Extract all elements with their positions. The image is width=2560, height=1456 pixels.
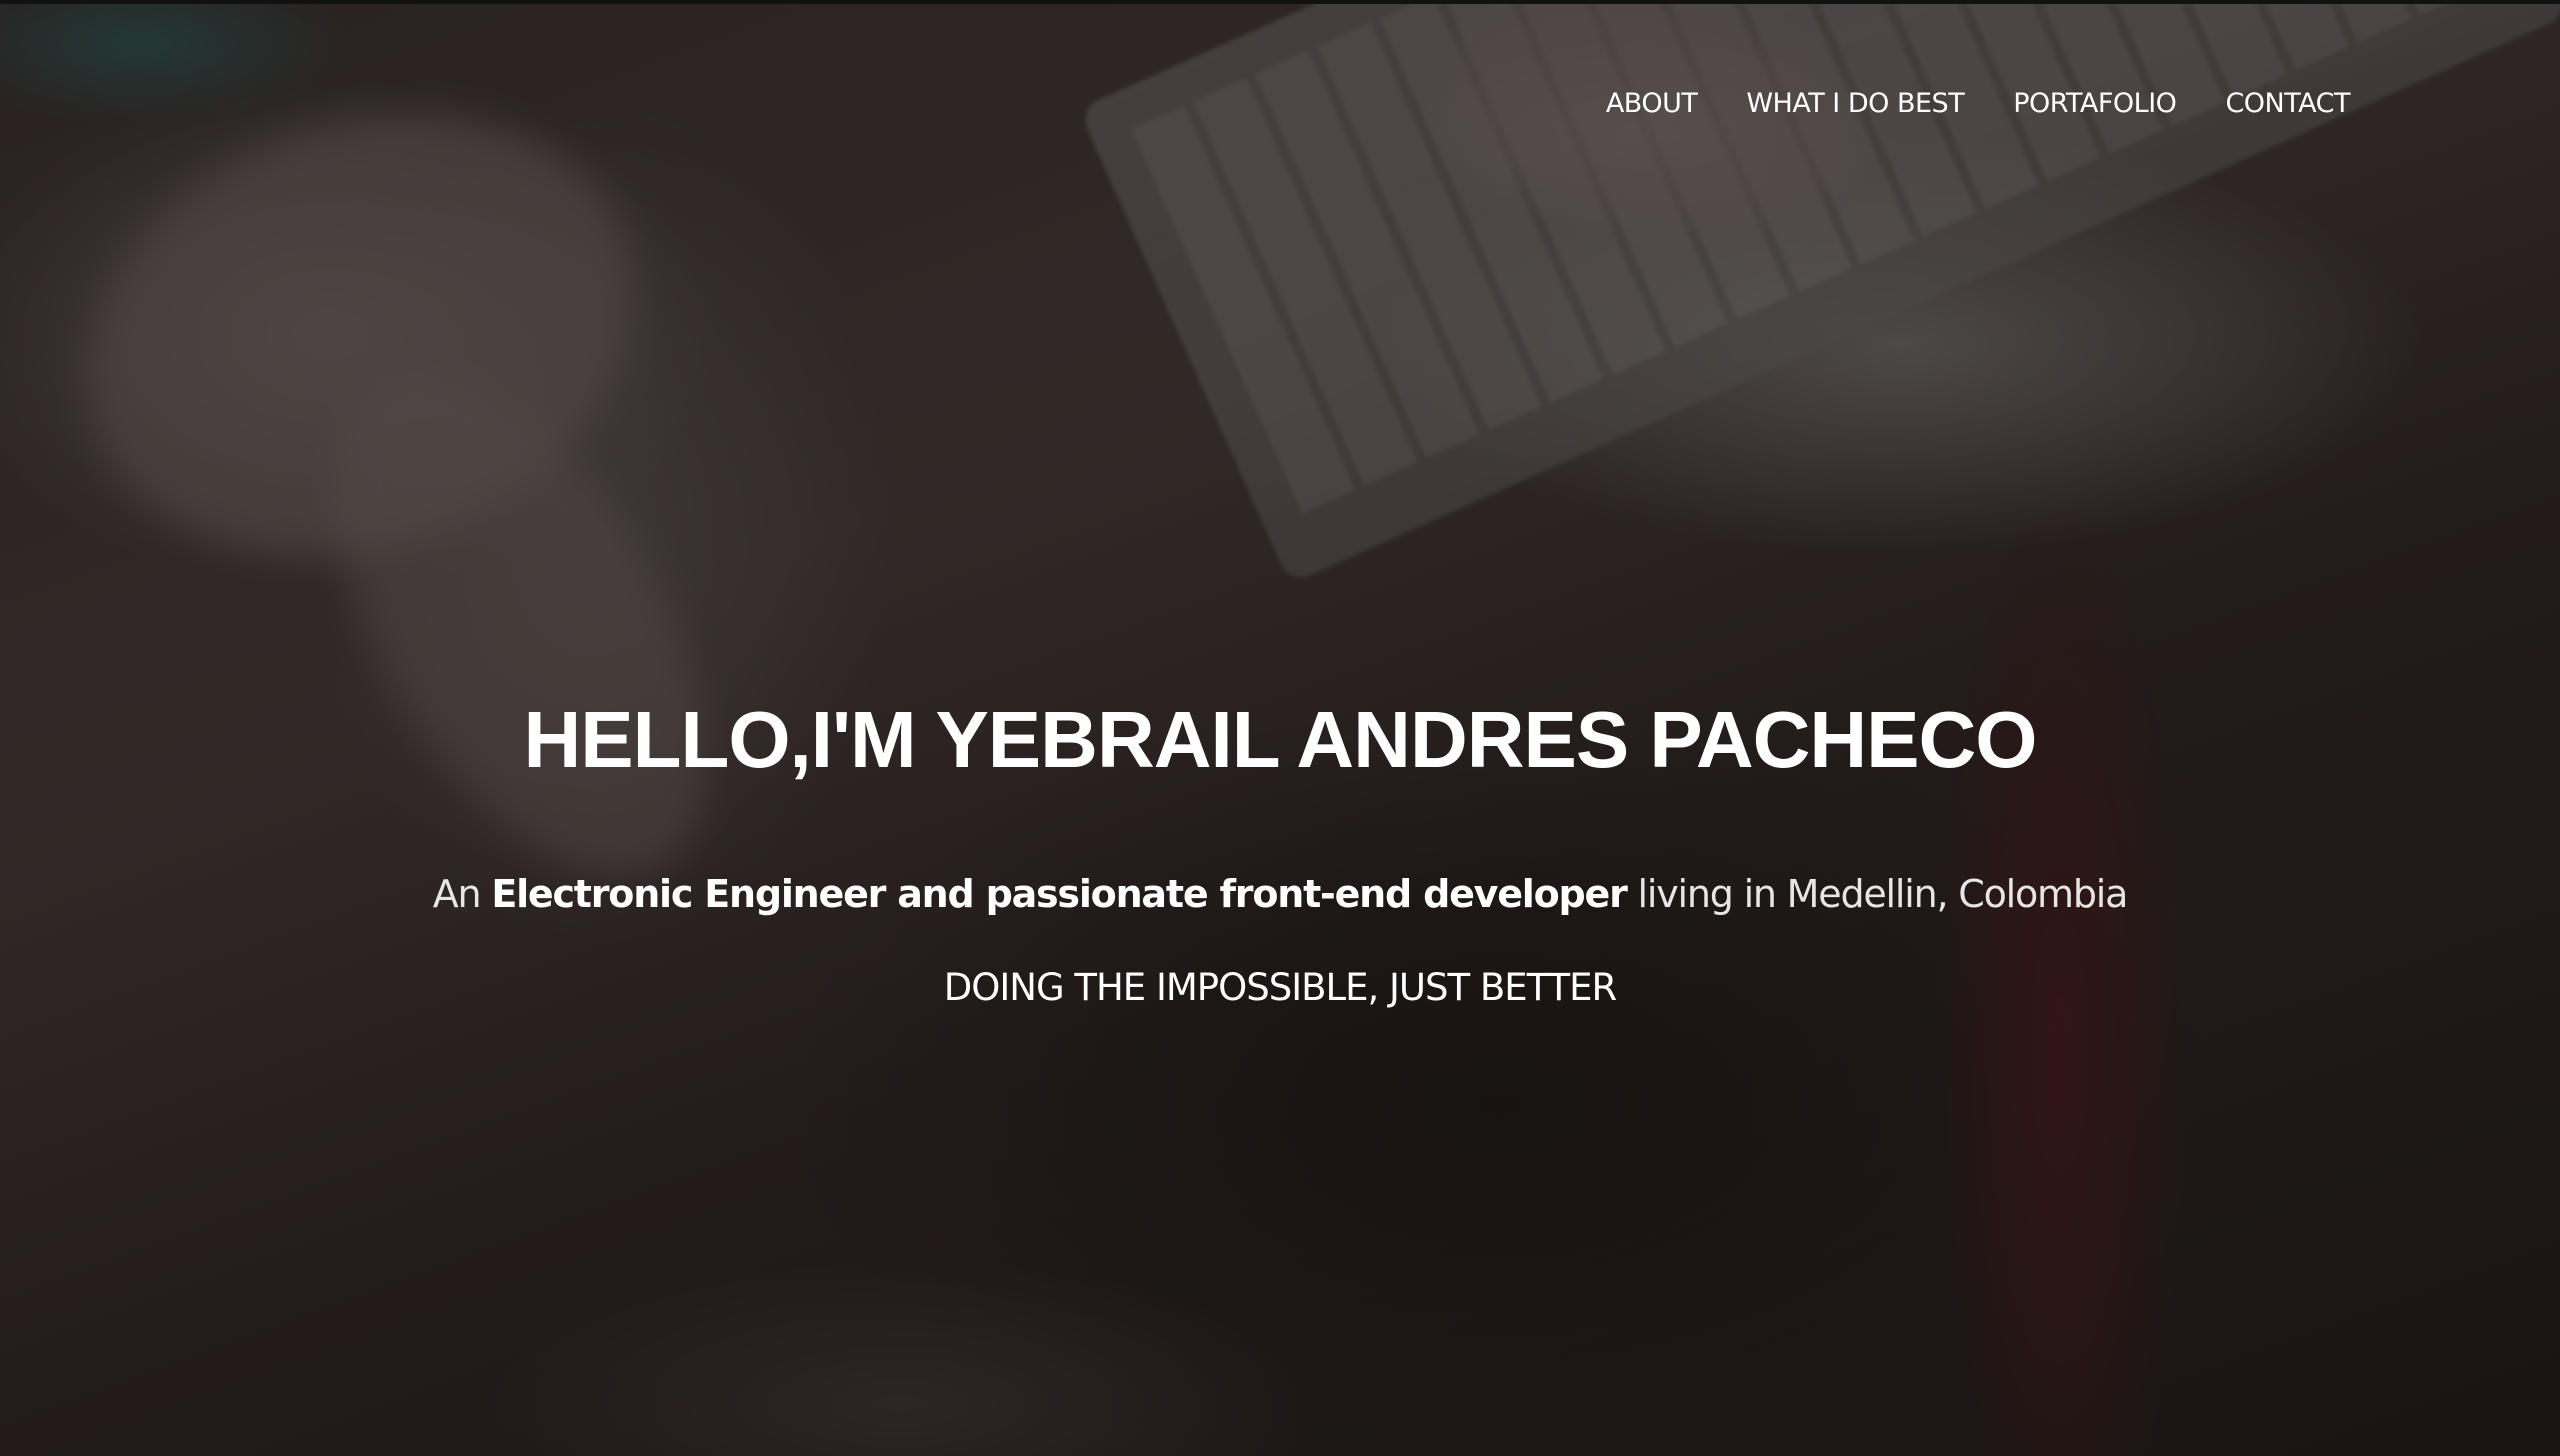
subtitle-prefix: An [432,872,492,916]
hero-subtitle: An Electronic Engineer and passionate fr… [0,872,2560,916]
main-nav: ABOUT WHAT I DO BEST PORTAFOLIO CONTACT [1606,88,2351,119]
hero-title: HELLO,I'M YEBRAIL ANDRES PACHECO [523,695,2037,784]
subtitle-suffix: living in Medellin, Colombia [1626,872,2129,916]
nav-link-portafolio[interactable]: PORTAFOLIO [2013,88,2177,119]
subtitle-highlight: Electronic Engineer and passionate front… [491,872,1628,916]
nav-link-what-i-do-best[interactable]: WHAT I DO BEST [1746,88,1964,119]
nav-link-about[interactable]: ABOUT [1606,88,1698,119]
hero-tagline: DOING THE IMPOSSIBLE, JUST BETTER [943,966,1618,1009]
hero-section: ABOUT WHAT I DO BEST PORTAFOLIO CONTACT … [0,0,2560,1456]
nav-link-contact[interactable]: CONTACT [2225,88,2350,119]
